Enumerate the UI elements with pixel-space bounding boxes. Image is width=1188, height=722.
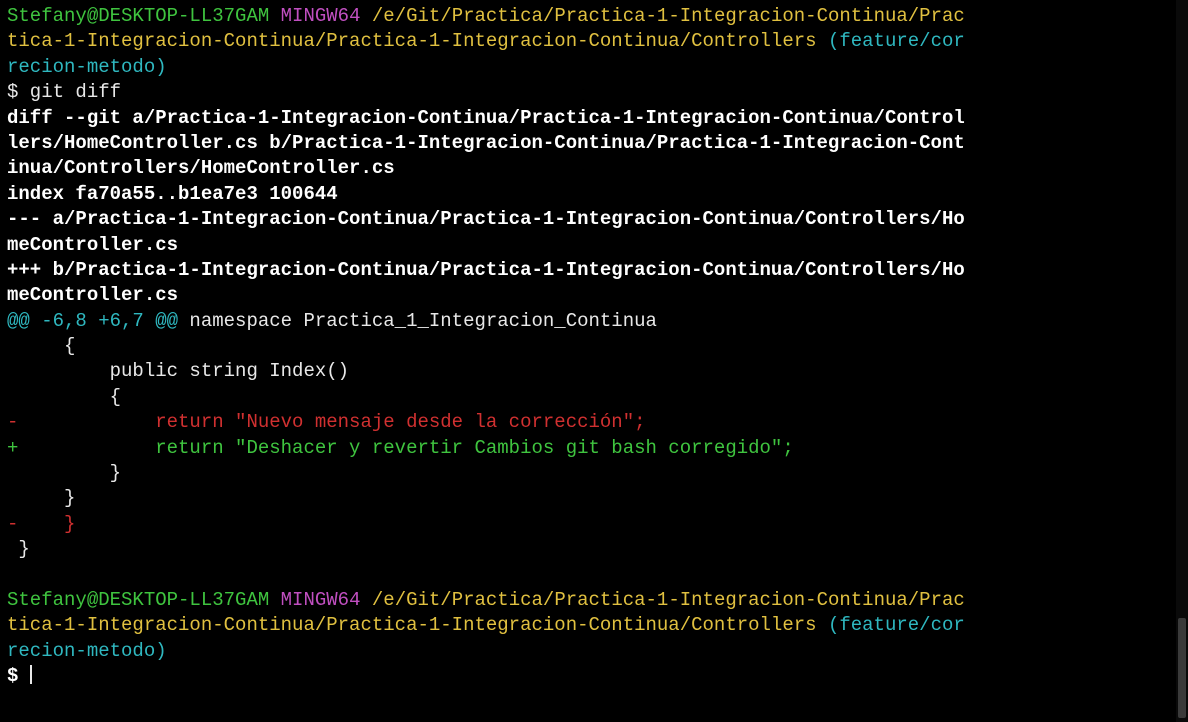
terminal-text-segment: + return "Deshacer y revertir Cambios gi…: [7, 436, 794, 459]
terminal-line: recion-metodo): [7, 639, 1176, 664]
terminal-text-segment: meController.cs: [7, 233, 179, 256]
terminal-text-segment: Stefany@DESKTOP-LL37GAM: [7, 5, 270, 27]
terminal-line: meController.cs: [7, 283, 1176, 308]
terminal-text-segment: (feature/cor: [827, 614, 965, 637]
terminal-line: diff --git a/Practica-1-Integracion-Cont…: [7, 106, 1176, 131]
terminal-line: }: [7, 461, 1176, 486]
terminal-text-segment: diff --git a/Practica-1-Integracion-Cont…: [7, 106, 965, 129]
terminal-line: }: [7, 486, 1176, 511]
terminal-text-segment: /e/Git/Practica/Practica-1-Integracion-C…: [371, 5, 965, 27]
terminal-line: index fa70a55..b1ea7e3 100644: [7, 182, 1176, 207]
scrollbar-thumb[interactable]: [1178, 618, 1186, 718]
terminal-text-segment: - return "Nuevo mensaje desde la correcc…: [7, 411, 646, 434]
terminal-output[interactable]: Stefany@DESKTOP-LL37GAM MINGW64 /e/Git/P…: [0, 0, 1176, 722]
terminal-text-segment: /e/Git/Practica/Practica-1-Integracion-C…: [371, 588, 965, 611]
terminal-text-segment: lers/HomeController.cs b/Practica-1-Inte…: [7, 131, 965, 154]
terminal-line: Stefany@DESKTOP-LL37GAM MINGW64 /e/Git/P…: [7, 4, 1176, 29]
terminal-line: {: [7, 385, 1176, 410]
terminal-text-segment: MINGW64: [280, 588, 361, 611]
terminal-line: recion-metodo): [7, 55, 1176, 80]
terminal-line: meController.cs: [7, 233, 1176, 258]
terminal-line: Stefany@DESKTOP-LL37GAM MINGW64 /e/Git/P…: [7, 588, 1176, 613]
terminal-line: $ git diff: [7, 80, 1176, 105]
terminal-text-segment: $: [7, 665, 30, 688]
terminal-text-segment: $ git diff: [7, 81, 122, 104]
terminal-text-segment: @@ -6,8 +6,7 @@: [7, 309, 179, 332]
terminal-text-segment: {: [7, 385, 122, 408]
terminal-line: @@ -6,8 +6,7 @@ namespace Practica_1_Int…: [7, 309, 1176, 334]
terminal-text-segment: meController.cs: [7, 284, 179, 307]
terminal-text-segment: recion-metodo): [7, 639, 167, 662]
text-cursor: [29, 665, 32, 685]
terminal-line: --- a/Practica-1-Integracion-Continua/Pr…: [7, 207, 1176, 232]
terminal-text-segment: }: [7, 538, 30, 561]
terminal-text-segment: Stefany@DESKTOP-LL37GAM: [7, 588, 270, 611]
terminal-line: lers/HomeController.cs b/Practica-1-Inte…: [7, 131, 1176, 156]
terminal-line: }: [7, 537, 1176, 562]
terminal-text-segment: - }: [7, 512, 76, 535]
terminal-line: - }: [7, 512, 1176, 537]
terminal-text-segment: MINGW64: [280, 5, 361, 27]
terminal-text-segment: --- a/Practica-1-Integracion-Continua/Pr…: [7, 208, 965, 231]
terminal-text-segment: +++ b/Practica-1-Integracion-Continua/Pr…: [7, 258, 965, 281]
terminal-text-segment: recion-metodo): [7, 55, 167, 78]
terminal-line: public string Index(): [7, 359, 1176, 384]
terminal-line: - return "Nuevo mensaje desde la correcc…: [7, 410, 1176, 435]
terminal-text-segment: tica-1-Integracion-Continua/Practica-1-I…: [7, 614, 817, 637]
terminal-text-segment: index fa70a55..b1ea7e3 100644: [7, 182, 338, 205]
terminal-line: $: [7, 664, 1176, 689]
terminal-line: inua/Controllers/HomeController.cs: [7, 156, 1176, 181]
terminal-text-segment: inua/Controllers/HomeController.cs: [7, 157, 395, 180]
terminal-text-segment: tica-1-Integracion-Continua/Practica-1-I…: [7, 30, 817, 53]
terminal-line: + return "Deshacer y revertir Cambios gi…: [7, 436, 1176, 461]
terminal-text-segment: }: [7, 487, 76, 510]
terminal-line: tica-1-Integracion-Continua/Practica-1-I…: [7, 613, 1176, 638]
terminal-text-segment: public string Index(): [7, 360, 350, 383]
terminal-text-segment: {: [7, 335, 76, 358]
terminal-text-segment: namespace Practica_1_Integracion_Continu…: [178, 309, 657, 332]
vertical-scrollbar[interactable]: [1176, 0, 1188, 722]
terminal-text-segment: }: [7, 462, 122, 485]
terminal-line: {: [7, 334, 1176, 359]
terminal-text-segment: (feature/cor: [827, 30, 965, 53]
terminal-line: +++ b/Practica-1-Integracion-Continua/Pr…: [7, 258, 1176, 283]
terminal-line: tica-1-Integracion-Continua/Practica-1-I…: [7, 29, 1176, 54]
